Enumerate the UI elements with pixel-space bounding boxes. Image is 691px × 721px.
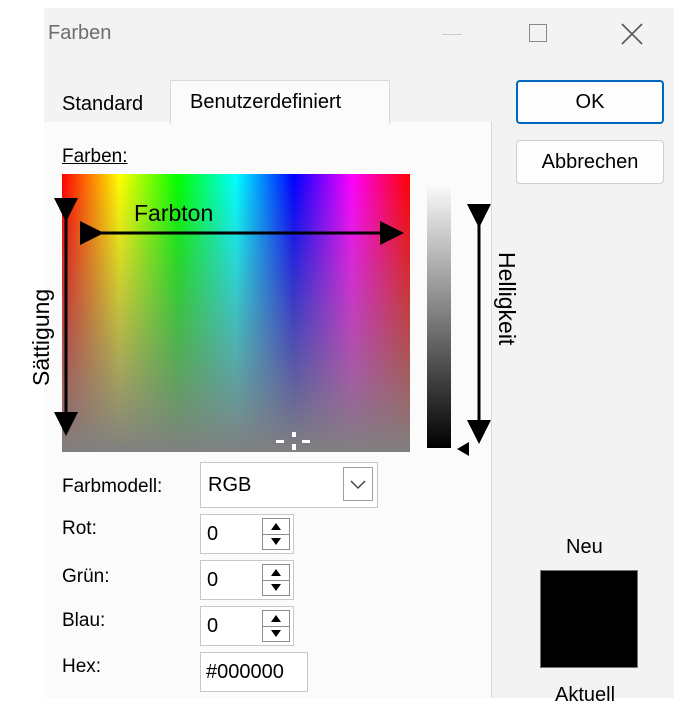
red-label: Rot:	[62, 518, 97, 539]
hue-annotation: Farbton	[134, 200, 214, 226]
red-value: 0	[207, 523, 219, 545]
new-color-label: Neu	[566, 536, 603, 558]
blue-label: Blau:	[62, 610, 106, 631]
green-spin-divider	[262, 580, 290, 581]
brightness-annotation: Helligkeit	[494, 252, 520, 346]
color-preview-swatch	[540, 570, 638, 668]
green-value: 0	[207, 569, 219, 591]
hex-label: Hex:	[62, 656, 102, 677]
blue-spin-divider	[262, 626, 290, 627]
color-model-label: Farbmodell:	[62, 476, 163, 497]
blue-value: 0	[207, 615, 219, 637]
current-color-label: Aktuell	[555, 684, 616, 706]
saturation-annotation: Sättigung	[28, 288, 54, 386]
red-spin-divider	[262, 534, 290, 535]
green-label: Grün:	[62, 566, 110, 587]
chevron-down-icon[interactable]	[343, 467, 373, 501]
color-model-value: RGB	[208, 474, 252, 496]
hex-value: #000000	[206, 661, 284, 683]
